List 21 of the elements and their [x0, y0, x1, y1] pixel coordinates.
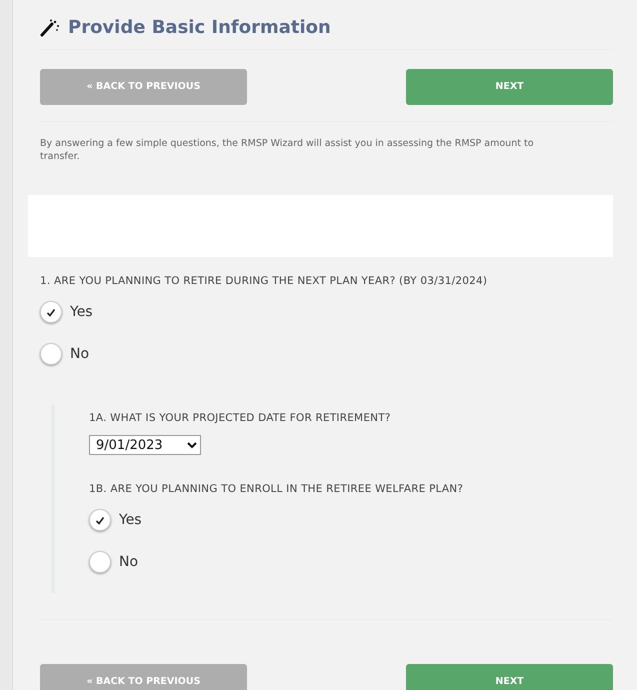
question-label: 1A. WHAT IS YOUR PROJECTED DATE FOR RETIREMENT?	[89, 411, 392, 426]
option-label: Yes	[119, 510, 142, 530]
page-title: Provide Basic Information	[68, 16, 331, 40]
radio-button[interactable]	[89, 551, 111, 574]
radio-button[interactable]	[40, 343, 62, 366]
question-label: 1B. ARE YOU PLANNING TO ENROLL IN THE RETIREE WELFARE PLAN?	[89, 482, 464, 497]
check-icon	[95, 516, 105, 525]
back-button[interactable]: « BACK TO PREVIOUS	[40, 69, 247, 105]
radio-button[interactable]	[40, 301, 62, 324]
next-button[interactable]: NEXT	[406, 69, 613, 105]
magic-wand-icon	[40, 18, 60, 36]
back-button[interactable]: « BACK TO PREVIOUS	[40, 664, 247, 690]
question-label: 1. ARE YOU PLANNING TO RETIRE DURING THE NEXT PLAN YEAR? (BY 03/31/2024)	[40, 274, 488, 289]
intro-text: By answering a few simple questions, the RMSP Wizard will assist you in assessing the RMSP amount to transfer.	[40, 138, 535, 164]
option-label: No	[119, 552, 138, 572]
next-button[interactable]: NEXT	[406, 664, 613, 690]
check-icon	[46, 308, 56, 317]
date-select[interactable]: 9/01/2023	[89, 435, 201, 456]
radio-button[interactable]	[89, 509, 111, 532]
option-label: Yes	[70, 302, 93, 322]
option-label: No	[70, 344, 90, 364]
